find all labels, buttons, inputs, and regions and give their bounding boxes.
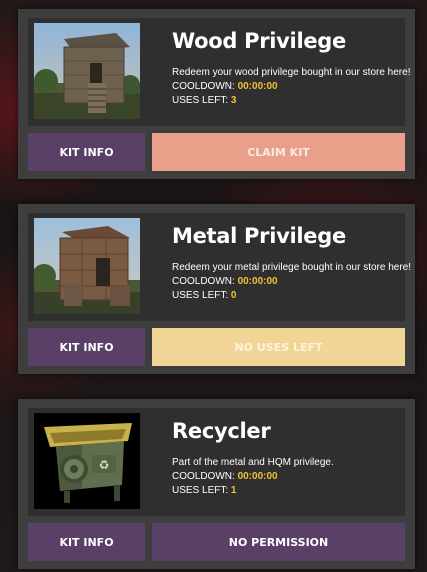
no-permission-button-label: NO PERMISSION — [228, 535, 329, 549]
recycler-image: ♻ — [34, 413, 140, 509]
uses-left-value: 1 — [230, 485, 237, 496]
kit-info-panel: Metal Privilege Redeem your metal privil… — [28, 213, 411, 321]
no-uses-left-button-label: NO USES LEFT — [234, 340, 323, 354]
cooldown-line: COOLDOWN: 00:00:00 — [172, 276, 278, 287]
kit-info-button[interactable]: KIT INFO — [28, 523, 145, 561]
uses-left-label: USES LEFT: — [172, 485, 231, 496]
cooldown-value: 00:00:00 — [237, 471, 278, 482]
kit-info-button-label: KIT INFO — [59, 535, 114, 549]
kit-description: Redeem your metal privilege bought in ou… — [172, 262, 412, 273]
kit-info-button-label: KIT INFO — [59, 145, 114, 159]
uses-left-label: USES LEFT: — [172, 95, 231, 106]
cooldown-value: 00:00:00 — [237, 81, 278, 92]
kit-title: Metal Privilege — [172, 224, 346, 248]
kit-card-metal-privilege: Metal Privilege Redeem your metal privil… — [18, 204, 415, 374]
kit-description: Redeem your wood privilege bought in our… — [172, 67, 411, 78]
kit-card-wood-privilege: Wood Privilege Redeem your wood privileg… — [18, 9, 415, 179]
uses-left-line: USES LEFT: 3 — [172, 95, 236, 106]
kit-description: Part of the metal and HQM privilege. — [172, 457, 334, 468]
cooldown-label: COOLDOWN: — [172, 276, 238, 287]
uses-left-line: USES LEFT: 0 — [172, 290, 236, 301]
uses-left-line: USES LEFT: 1 — [172, 485, 236, 496]
svg-text:♻: ♻ — [99, 458, 110, 472]
kit-card-recycler: ♻ Recycler Part of the metal and HQM pri… — [18, 399, 415, 569]
kit-info-button[interactable]: KIT INFO — [28, 328, 145, 366]
cooldown-line: COOLDOWN: 00:00:00 — [172, 471, 278, 482]
cooldown-value: 00:00:00 — [237, 276, 278, 287]
kit-title: Wood Privilege — [172, 29, 346, 53]
cooldown-line: COOLDOWN: 00:00:00 — [172, 81, 278, 92]
kit-info-panel: Wood Privilege Redeem your wood privileg… — [28, 18, 410, 126]
claim-kit-button[interactable]: CLAIM KIT — [152, 133, 405, 171]
kit-info-button-label: KIT INFO — [59, 340, 114, 354]
no-permission-button[interactable]: NO PERMISSION — [152, 523, 405, 561]
kit-info-button[interactable]: KIT INFO — [28, 133, 145, 171]
claim-kit-button-label: CLAIM KIT — [247, 145, 310, 159]
cooldown-label: COOLDOWN: — [172, 471, 238, 482]
uses-left-label: USES LEFT: — [172, 290, 231, 301]
wood-house-image — [34, 23, 140, 119]
no-uses-left-button[interactable]: NO USES LEFT — [152, 328, 405, 366]
uses-left-value: 3 — [230, 95, 237, 106]
uses-left-value: 0 — [230, 290, 237, 301]
kit-title: Recycler — [172, 419, 271, 443]
kit-info-panel: ♻ Recycler Part of the metal and HQM pri… — [28, 408, 405, 516]
cooldown-label: COOLDOWN: — [172, 81, 238, 92]
metal-house-image — [34, 218, 140, 314]
